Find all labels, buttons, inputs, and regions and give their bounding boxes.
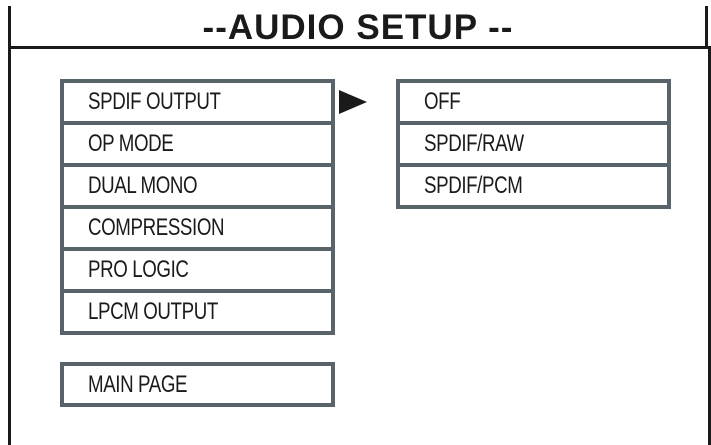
option-label: SPDIF/PCM (424, 172, 523, 199)
menu-item-label: OP MODE (88, 130, 174, 157)
menu-item-op-mode[interactable]: OP MODE (64, 125, 331, 167)
page-title: --AUDIO SETUP -- (202, 8, 514, 47)
audio-settings-menu: SPDIF OUTPUT OP MODE DUAL MONO COMPRESSI… (60, 79, 335, 335)
menu-item-lpcm-output[interactable]: LPCM OUTPUT (64, 293, 331, 331)
option-label: OFF (424, 88, 461, 115)
option-label: SPDIF/RAW (424, 130, 524, 157)
menu-item-pro-logic[interactable]: PRO LOGIC (64, 251, 331, 293)
menu-item-label: SPDIF OUTPUT (88, 88, 221, 115)
main-page-label: MAIN PAGE (88, 370, 188, 398)
title-bar: --AUDIO SETUP -- (8, 6, 708, 47)
menu-item-label: PRO LOGIC (88, 256, 189, 283)
menu-item-spdif-output[interactable]: SPDIF OUTPUT (64, 83, 331, 125)
spdif-output-options: OFF SPDIF/RAW SPDIF/PCM (396, 79, 671, 209)
menu-item-dual-mono[interactable]: DUAL MONO (64, 167, 331, 209)
menu-item-compression[interactable]: COMPRESSION (64, 209, 331, 251)
menu-item-label: LPCM OUTPUT (88, 298, 218, 325)
audio-setup-screen: --AUDIO SETUP -- SPDIF OUTPUT OP MODE DU… (0, 0, 711, 445)
option-spdif-pcm[interactable]: SPDIF/PCM (400, 167, 667, 205)
menu-item-label: DUAL MONO (88, 172, 198, 199)
main-page-button[interactable]: MAIN PAGE (60, 362, 335, 407)
option-off[interactable]: OFF (400, 83, 667, 125)
play-arrow-icon (339, 90, 367, 114)
option-spdif-raw[interactable]: SPDIF/RAW (400, 125, 667, 167)
menu-item-label: COMPRESSION (88, 214, 225, 241)
